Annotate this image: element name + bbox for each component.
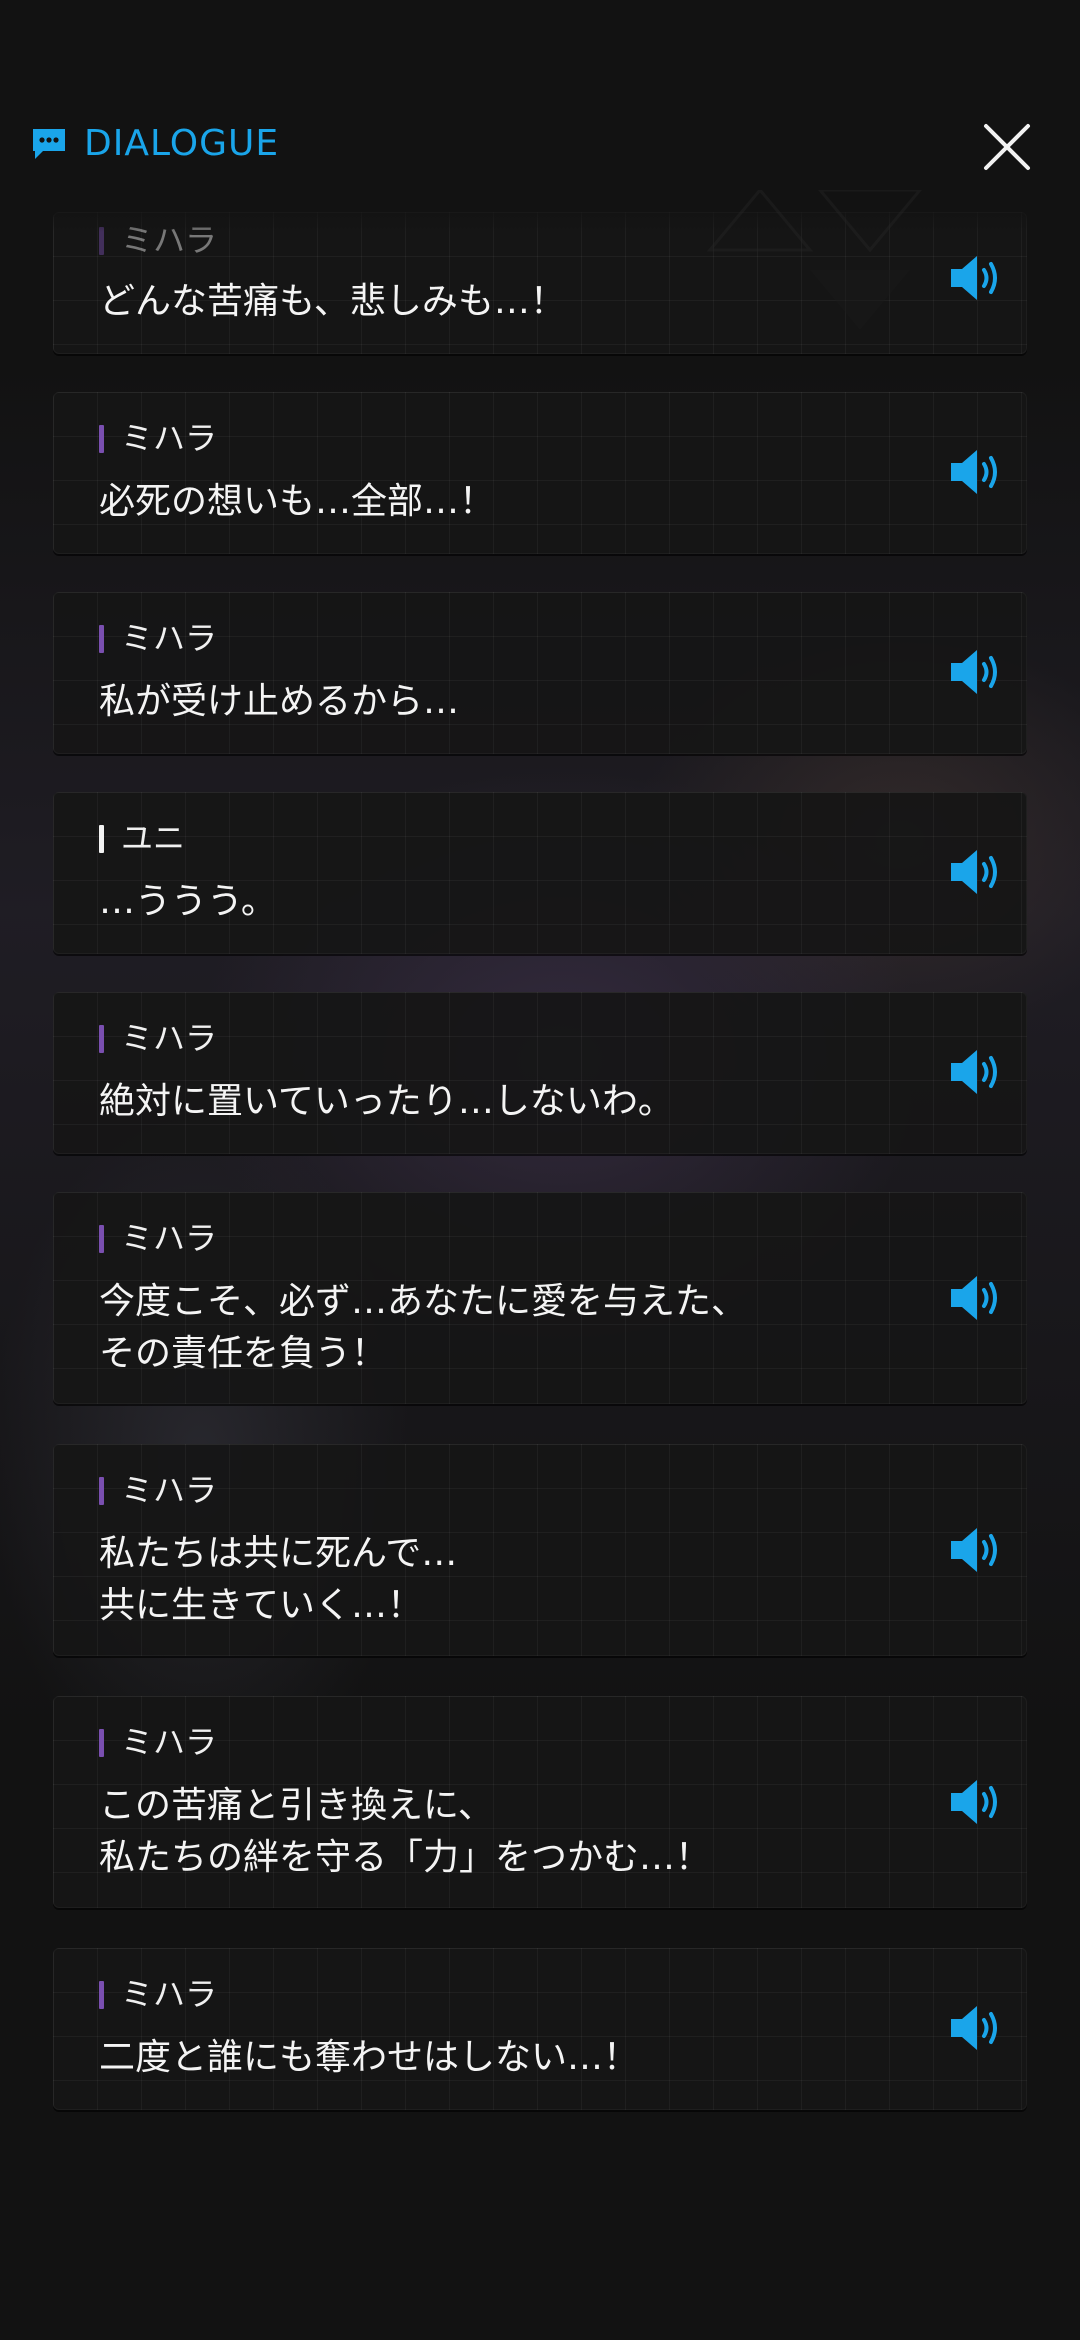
voice-replay-button[interactable]: [947, 1776, 1005, 1828]
voice-replay-button[interactable]: [947, 1272, 1005, 1324]
page-title: DIALOGUE: [84, 123, 280, 164]
voice-replay-button[interactable]: [947, 846, 1005, 898]
speaker-name: ミハラ: [99, 1018, 217, 1058]
dialogue-log-list[interactable]: ミハラ どんな苦痛も、悲しみも…！ ミハラ 必死の想いも…全部…！ ミハラ 私が…: [0, 0, 1080, 2340]
dialogue-entry[interactable]: ミハラ 私たちは共に死んで… 共に生きていく…！: [53, 1444, 1027, 1656]
chat-bubble-icon: [33, 129, 65, 159]
speaker-name: ミハラ: [99, 1722, 217, 1762]
dialogue-entry[interactable]: ミハラ 私が受け止めるから…: [53, 592, 1027, 754]
voice-replay-button[interactable]: [947, 446, 1005, 498]
dialogue-text: 二度と誰にも奪わせはしない…！: [99, 2037, 640, 2078]
dialogue-text: この苦痛と引き換えに、 私たちの絆を守る「力」をつかむ…！: [99, 1785, 712, 1878]
speaker-name: ミハラ: [99, 1974, 217, 2014]
voice-replay-button[interactable]: [947, 646, 1005, 698]
dialogue-text: 絶対に置いていったり…しないわ。: [99, 1081, 674, 1122]
speaker-name: ミハラ: [99, 1470, 217, 1510]
decorative-triangles-icon: [706, 190, 922, 330]
dialogue-entry[interactable]: ミハラ この苦痛と引き換えに、 私たちの絆を守る「力」をつかむ…！: [53, 1696, 1027, 1908]
dialogue-text: 私たちは共に死んで… 共に生きていく…！: [99, 1533, 458, 1626]
close-icon[interactable]: [980, 120, 1034, 174]
dialogue-entry[interactable]: ミハラ 今度こそ、必ず…あなたに愛を与えた、 その責任を負う！: [53, 1192, 1027, 1404]
dialogue-text: 今度こそ、必ず…あなたに愛を与えた、 その責任を負う！: [99, 1281, 748, 1374]
dialogue-text: …ううう。: [99, 881, 277, 922]
voice-replay-button[interactable]: [947, 252, 1005, 304]
dialogue-header: DIALOGUE: [0, 110, 1080, 330]
dialogue-entry[interactable]: ミハラ 絶対に置いていったり…しないわ。: [53, 992, 1027, 1154]
dialogue-entry[interactable]: ミハラ 必死の想いも…全部…！: [53, 392, 1027, 554]
speaker-name: ミハラ: [99, 618, 217, 658]
dialogue-entry[interactable]: ユニ …ううう。: [53, 792, 1027, 954]
speaker-name: ミハラ: [99, 1218, 217, 1258]
speaker-name: ミハラ: [99, 418, 217, 458]
voice-replay-button[interactable]: [947, 2002, 1005, 2054]
speaker-name: ユニ: [99, 818, 185, 858]
dialogue-text: 私が受け止めるから…: [99, 681, 460, 722]
voice-replay-button[interactable]: [947, 1524, 1005, 1576]
dialogue-text: 必死の想いも…全部…！: [99, 481, 496, 522]
dialogue-entry[interactable]: ミハラ 二度と誰にも奪わせはしない…！: [53, 1948, 1027, 2110]
voice-replay-button[interactable]: [947, 1046, 1005, 1098]
